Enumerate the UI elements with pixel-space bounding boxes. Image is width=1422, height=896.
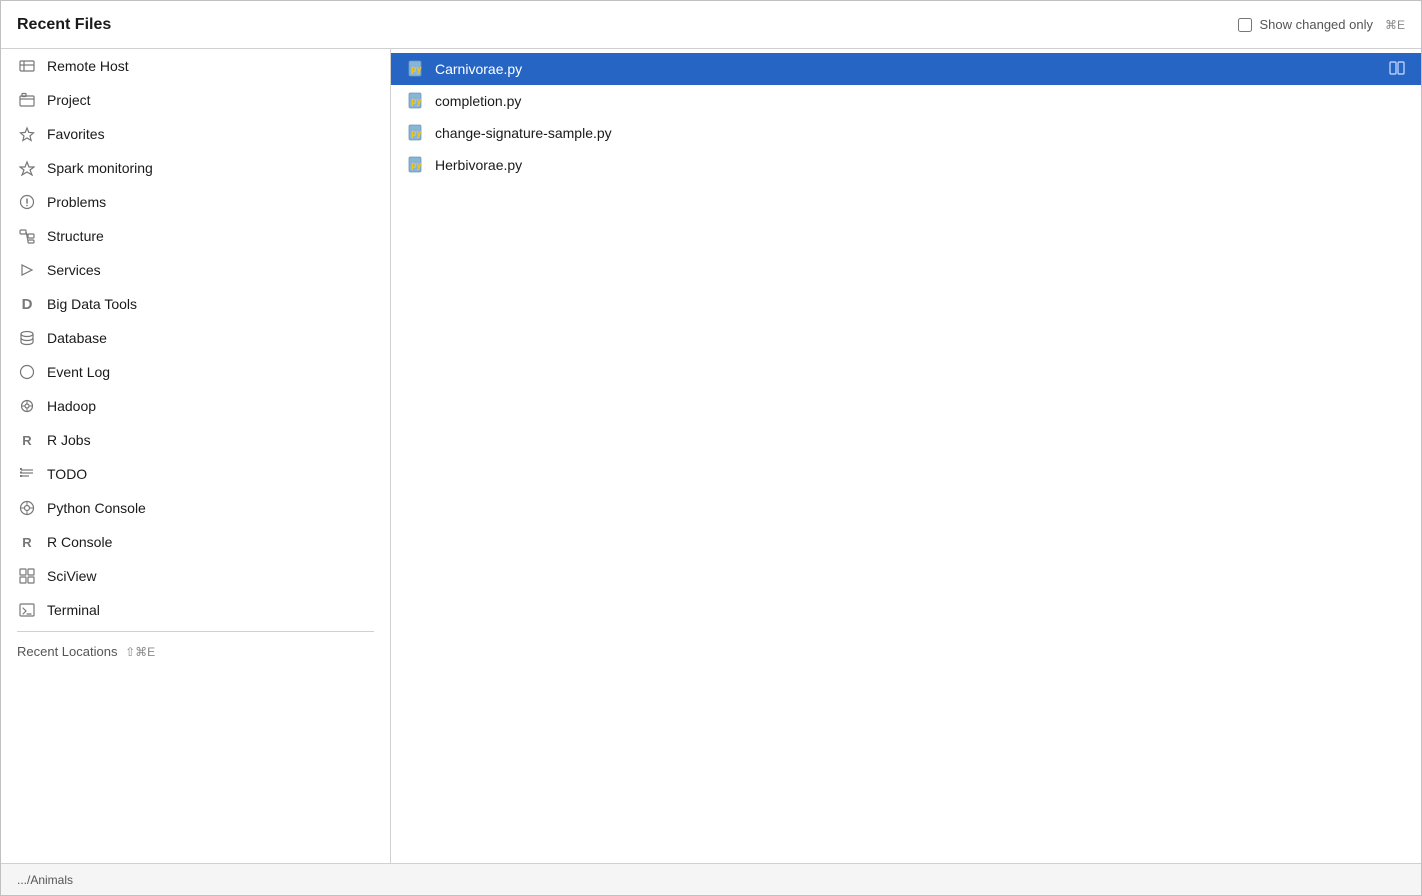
structure-icon	[17, 226, 37, 246]
file-item-completion[interactable]: py completion.py	[391, 85, 1421, 117]
recent-locations-shortcut: ⇧⌘E	[125, 645, 155, 659]
hadoop-icon	[17, 396, 37, 416]
sidebar-label-big-data-tools: Big Data Tools	[47, 296, 137, 312]
python-file-icon-herbivorae: py	[407, 155, 427, 175]
eventlog-icon	[17, 362, 37, 382]
sidebar-label-terminal: Terminal	[47, 602, 100, 618]
title-bar: Recent Files Show changed only ⌘E	[1, 1, 1421, 49]
status-path: .../Animals	[17, 873, 73, 887]
bigdata-icon: D	[17, 294, 37, 314]
sidebar-label-r-console: R Console	[47, 534, 112, 550]
show-changed-only-text: Show changed only	[1260, 17, 1373, 32]
svg-text:py: py	[411, 97, 422, 107]
sidebar-item-event-log[interactable]: Event Log	[1, 355, 390, 389]
sidebar-divider	[17, 631, 374, 632]
sidebar-label-todo: TODO	[47, 466, 87, 482]
sidebar-label-sciview: SciView	[47, 568, 97, 584]
sidebar-item-big-data-tools[interactable]: D Big Data Tools	[1, 287, 390, 321]
sidebar-item-problems[interactable]: Problems	[1, 185, 390, 219]
sidebar-item-todo[interactable]: TODO	[1, 457, 390, 491]
sidebar-item-database[interactable]: Database	[1, 321, 390, 355]
file-name-herbivorae: Herbivorae.py	[435, 157, 522, 173]
sidebar-label-hadoop: Hadoop	[47, 398, 96, 414]
file-name-change-signature: change-signature-sample.py	[435, 125, 612, 141]
sidebar: Remote Host Project	[1, 49, 391, 863]
sidebar-item-r-console[interactable]: R R Console	[1, 525, 390, 559]
problems-icon	[17, 192, 37, 212]
sidebar-label-database: Database	[47, 330, 107, 346]
main-content: Remote Host Project	[1, 49, 1421, 863]
sidebar-label-spark-monitoring: Spark monitoring	[47, 160, 153, 176]
python-file-icon-change-signature: py	[407, 123, 427, 143]
sidebar-recent-locations[interactable]: Recent Locations ⇧⌘E	[1, 636, 390, 667]
sidebar-label-python-console: Python Console	[47, 500, 146, 516]
file-list: py Carnivorae.py py	[391, 49, 1421, 863]
show-changed-only-label[interactable]: Show changed only ⌘E	[1238, 17, 1406, 32]
sidebar-item-r-jobs[interactable]: R R Jobs	[1, 423, 390, 457]
python-console-icon	[17, 498, 37, 518]
sciview-icon	[17, 566, 37, 586]
services-icon	[17, 260, 37, 280]
svg-text:py: py	[411, 129, 422, 139]
python-file-icon-completion: py	[407, 91, 427, 111]
sidebar-item-project[interactable]: Project	[1, 83, 390, 117]
sidebar-item-hadoop[interactable]: Hadoop	[1, 389, 390, 423]
sidebar-label-project: Project	[47, 92, 91, 108]
sidebar-item-services[interactable]: Services	[1, 253, 390, 287]
sidebar-item-python-console[interactable]: Python Console	[1, 491, 390, 525]
rjobs-icon: R	[17, 430, 37, 450]
svg-text:py: py	[411, 161, 422, 171]
file-name-carnivorae: Carnivorae.py	[435, 61, 522, 77]
file-item-herbivorae[interactable]: py Herbivorae.py	[391, 149, 1421, 181]
sidebar-item-spark-monitoring[interactable]: Spark monitoring	[1, 151, 390, 185]
sidebar-item-sciview[interactable]: SciView	[1, 559, 390, 593]
spark-icon	[17, 158, 37, 178]
sidebar-label-problems: Problems	[47, 194, 106, 210]
favorites-icon	[17, 124, 37, 144]
svg-text:py: py	[411, 65, 422, 75]
sidebar-label-remote-host: Remote Host	[47, 58, 129, 74]
sidebar-label-favorites: Favorites	[47, 126, 105, 142]
remote-host-icon	[17, 56, 37, 76]
file-name-completion: completion.py	[435, 93, 521, 109]
sidebar-item-favorites[interactable]: Favorites	[1, 117, 390, 151]
window-title: Recent Files	[17, 16, 111, 34]
sidebar-label-structure: Structure	[47, 228, 104, 244]
recent-locations-label: Recent Locations	[17, 644, 117, 659]
database-icon	[17, 328, 37, 348]
recent-files-window: Recent Files Show changed only ⌘E Remote…	[0, 0, 1422, 896]
project-icon	[17, 90, 37, 110]
status-bar: .../Animals	[1, 863, 1421, 895]
sidebar-item-structure[interactable]: Structure	[1, 219, 390, 253]
sidebar-item-remote-host[interactable]: Remote Host	[1, 49, 390, 83]
sidebar-label-r-jobs: R Jobs	[47, 432, 91, 448]
show-changed-shortcut: ⌘E	[1385, 18, 1405, 32]
file-item-change-signature[interactable]: py change-signature-sample.py	[391, 117, 1421, 149]
todo-icon	[17, 464, 37, 484]
show-changed-only-checkbox[interactable]	[1238, 18, 1252, 32]
sidebar-item-terminal[interactable]: Terminal	[1, 593, 390, 627]
rconsole-icon: R	[17, 532, 37, 552]
terminal-icon	[17, 600, 37, 620]
split-view-icon[interactable]	[1389, 60, 1405, 79]
sidebar-label-services: Services	[47, 262, 101, 278]
sidebar-label-event-log: Event Log	[47, 364, 110, 380]
python-file-icon-carnivorae: py	[407, 59, 427, 79]
file-item-carnivorae[interactable]: py Carnivorae.py	[391, 53, 1421, 85]
